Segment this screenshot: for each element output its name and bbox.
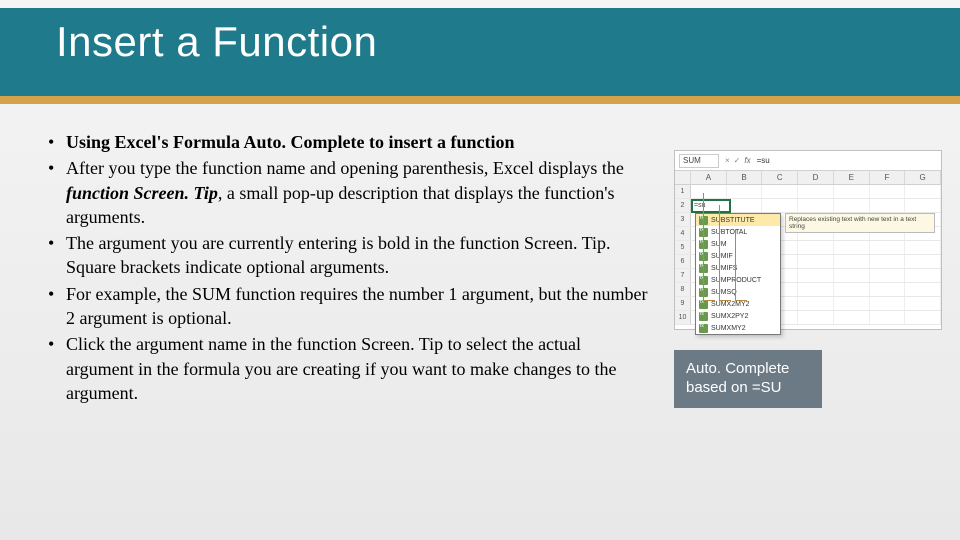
- slide-title: Insert a Function: [56, 18, 377, 66]
- col-header: D: [798, 171, 834, 184]
- bullet-emph: function Screen. Tip: [66, 183, 218, 203]
- cancel-icon: ×: [725, 156, 730, 165]
- bullet-text: Click the argument name in the function …: [66, 334, 617, 403]
- function-icon: [699, 312, 708, 321]
- dropdown-item: SUMXMY2: [696, 322, 780, 334]
- bullet-item: Using Excel's Formula Auto. Complete to …: [48, 130, 653, 154]
- formula-bar-icons: × ✓ fx: [725, 156, 751, 165]
- row-header: 1: [675, 185, 691, 198]
- column-headers: A B C D E F G: [675, 171, 941, 185]
- row-header: 4: [675, 227, 691, 240]
- row-header: 10: [675, 311, 691, 324]
- row-header: 7: [675, 269, 691, 282]
- row-header: 6: [675, 255, 691, 268]
- col-header: F: [870, 171, 906, 184]
- col-header: C: [762, 171, 798, 184]
- formula-bar: SUM × ✓ fx =su: [675, 151, 941, 171]
- dropdown-item: SUMX2PY2: [696, 310, 780, 322]
- name-box: SUM: [679, 154, 719, 168]
- enter-icon: ✓: [734, 156, 741, 165]
- row-header: 9: [675, 297, 691, 310]
- figure: SUM × ✓ fx =su A B C D E F G 1 2: [674, 150, 942, 408]
- col-header: A: [691, 171, 727, 184]
- col-header: G: [905, 171, 941, 184]
- bullet-text-pre: After you type the function name and ope…: [66, 158, 624, 178]
- content-area: Using Excel's Formula Auto. Complete to …: [48, 130, 653, 407]
- figure-caption: Auto. Complete based on =SU: [674, 350, 822, 408]
- col-header: E: [834, 171, 870, 184]
- col-header: [675, 171, 691, 184]
- function-tooltip: Replaces existing text with new text in …: [785, 213, 935, 233]
- col-header: B: [727, 171, 763, 184]
- fx-icon: fx: [744, 156, 750, 165]
- bullet-item: The argument you are currently entering …: [48, 231, 653, 280]
- formula-input: =su: [757, 156, 937, 165]
- accent-bar: [0, 96, 960, 104]
- bullet-text: For example, the SUM function requires t…: [66, 284, 648, 328]
- excel-screenshot: SUM × ✓ fx =su A B C D E F G 1 2: [674, 150, 942, 330]
- function-icon: [699, 324, 708, 333]
- row-header: 8: [675, 283, 691, 296]
- row-header: 5: [675, 241, 691, 254]
- bullet-list: Using Excel's Formula Auto. Complete to …: [48, 130, 653, 405]
- slide: Insert a Function Using Excel's Formula …: [0, 0, 960, 540]
- bullet-item: After you type the function name and ope…: [48, 156, 653, 229]
- bullet-text: The argument you are currently entering …: [66, 233, 611, 277]
- bullet-lead: Using Excel's Formula Auto. Complete to …: [66, 132, 514, 152]
- bullet-item: Click the argument name in the function …: [48, 332, 653, 405]
- row-header: 2: [675, 199, 691, 212]
- bullet-item: For example, the SUM function requires t…: [48, 282, 653, 331]
- row-header: 3: [675, 213, 691, 226]
